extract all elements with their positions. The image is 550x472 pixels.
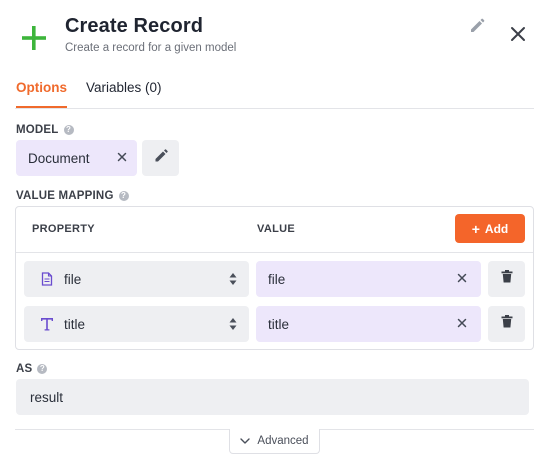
- close-icon: [510, 26, 526, 47]
- edit-title-button[interactable]: [466, 17, 488, 39]
- trash-icon: [501, 315, 513, 333]
- advanced-toggle[interactable]: Advanced: [229, 429, 320, 454]
- sort-updown-icon: [229, 272, 237, 289]
- tab-variables[interactable]: Variables (0): [86, 80, 162, 95]
- model-chip-label: Document: [28, 150, 90, 166]
- text-type-icon: [34, 317, 60, 331]
- add-button-label: Add: [484, 221, 509, 236]
- pencil-icon: [153, 148, 169, 169]
- clear-value-icon[interactable]: [457, 315, 467, 331]
- clear-model-icon[interactable]: [117, 149, 127, 165]
- value-chip-label: title: [268, 316, 290, 332]
- model-chip[interactable]: Document: [16, 140, 137, 176]
- file-icon: [34, 272, 60, 286]
- clear-value-icon[interactable]: [457, 270, 467, 286]
- add-mapping-button[interactable]: + Add: [455, 214, 525, 243]
- chevron-down-icon: [240, 438, 251, 444]
- as-input[interactable]: result: [16, 379, 529, 415]
- property-select-label: title: [64, 316, 86, 332]
- help-icon[interactable]: ?: [37, 364, 48, 374]
- property-select[interactable]: title: [24, 306, 249, 342]
- help-icon[interactable]: ?: [118, 191, 129, 201]
- as-label: AS ?: [16, 363, 48, 375]
- plus-icon: [20, 24, 48, 52]
- trash-icon: [501, 270, 513, 288]
- divider: [16, 252, 533, 253]
- tab-bar: Options Variables (0): [15, 76, 534, 109]
- property-select-label: file: [64, 271, 82, 287]
- help-icon[interactable]: ?: [63, 125, 74, 135]
- close-button[interactable]: [506, 24, 530, 48]
- edit-model-button[interactable]: [142, 140, 179, 176]
- tab-options[interactable]: Options: [16, 80, 67, 108]
- value-mapping-label: VALUE MAPPING ?: [16, 190, 129, 202]
- value-column-header: VALUE: [257, 223, 295, 235]
- delete-row-button[interactable]: [488, 306, 525, 342]
- property-select[interactable]: file: [24, 261, 249, 297]
- as-label-text: AS: [16, 363, 33, 375]
- sort-updown-icon: [229, 317, 237, 334]
- panel-subtitle: Create a record for a given model: [65, 42, 237, 54]
- delete-row-button[interactable]: [488, 261, 525, 297]
- value-mapping-label-text: VALUE MAPPING: [16, 190, 114, 202]
- advanced-label: Advanced: [257, 435, 309, 447]
- panel-title: Create Record: [65, 15, 204, 37]
- value-chip[interactable]: title: [256, 306, 481, 342]
- property-column-header: PROPERTY: [32, 223, 95, 235]
- plus-icon: +: [471, 220, 480, 237]
- value-chip-label: file: [268, 271, 286, 287]
- value-chip[interactable]: file: [256, 261, 481, 297]
- pencil-icon: [468, 17, 486, 40]
- model-label-text: MODEL: [16, 124, 59, 136]
- model-label: MODEL ?: [16, 124, 74, 136]
